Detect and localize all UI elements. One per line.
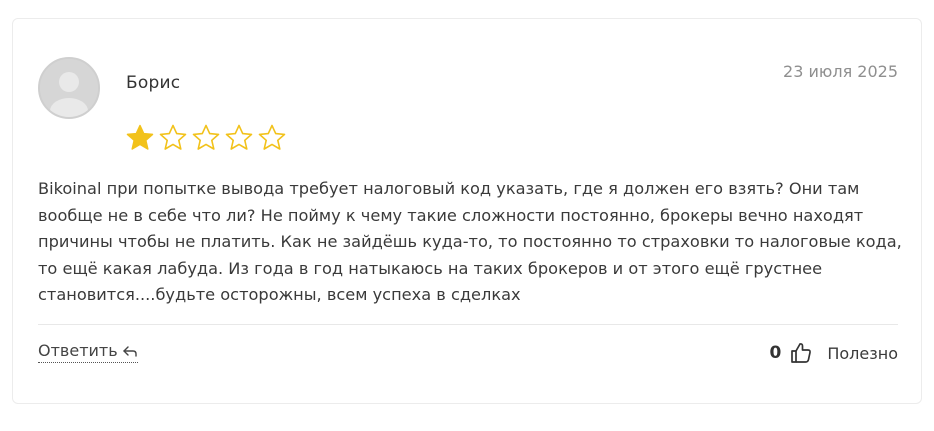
review-text: Bikoinal при попытке вывода требует нало… bbox=[38, 179, 902, 304]
thumbs-up-icon[interactable] bbox=[789, 341, 813, 365]
star-filled-icon bbox=[126, 124, 154, 150]
star-empty-icon bbox=[258, 124, 286, 150]
reply-button[interactable]: Ответить bbox=[38, 341, 138, 363]
divider bbox=[38, 324, 898, 325]
star-empty-icon bbox=[225, 124, 253, 150]
star-empty-icon bbox=[159, 124, 187, 150]
user-placeholder-icon bbox=[40, 59, 98, 117]
review-card: Борис 23 июля 2025 Bikoinal при попытке … bbox=[12, 18, 922, 404]
helpful-section: 0 Полезно bbox=[770, 339, 899, 367]
avatar bbox=[38, 57, 100, 119]
reply-label: Ответить bbox=[38, 341, 118, 360]
review-author: Борис bbox=[126, 73, 181, 93]
star-empty-icon bbox=[192, 124, 220, 150]
helpful-count: 0 bbox=[769, 343, 782, 363]
review-date: 23 июля 2025 bbox=[783, 62, 898, 81]
helpful-button[interactable]: Полезно bbox=[827, 344, 898, 363]
star-rating bbox=[125, 123, 287, 153]
reply-arrow-icon bbox=[122, 345, 137, 357]
